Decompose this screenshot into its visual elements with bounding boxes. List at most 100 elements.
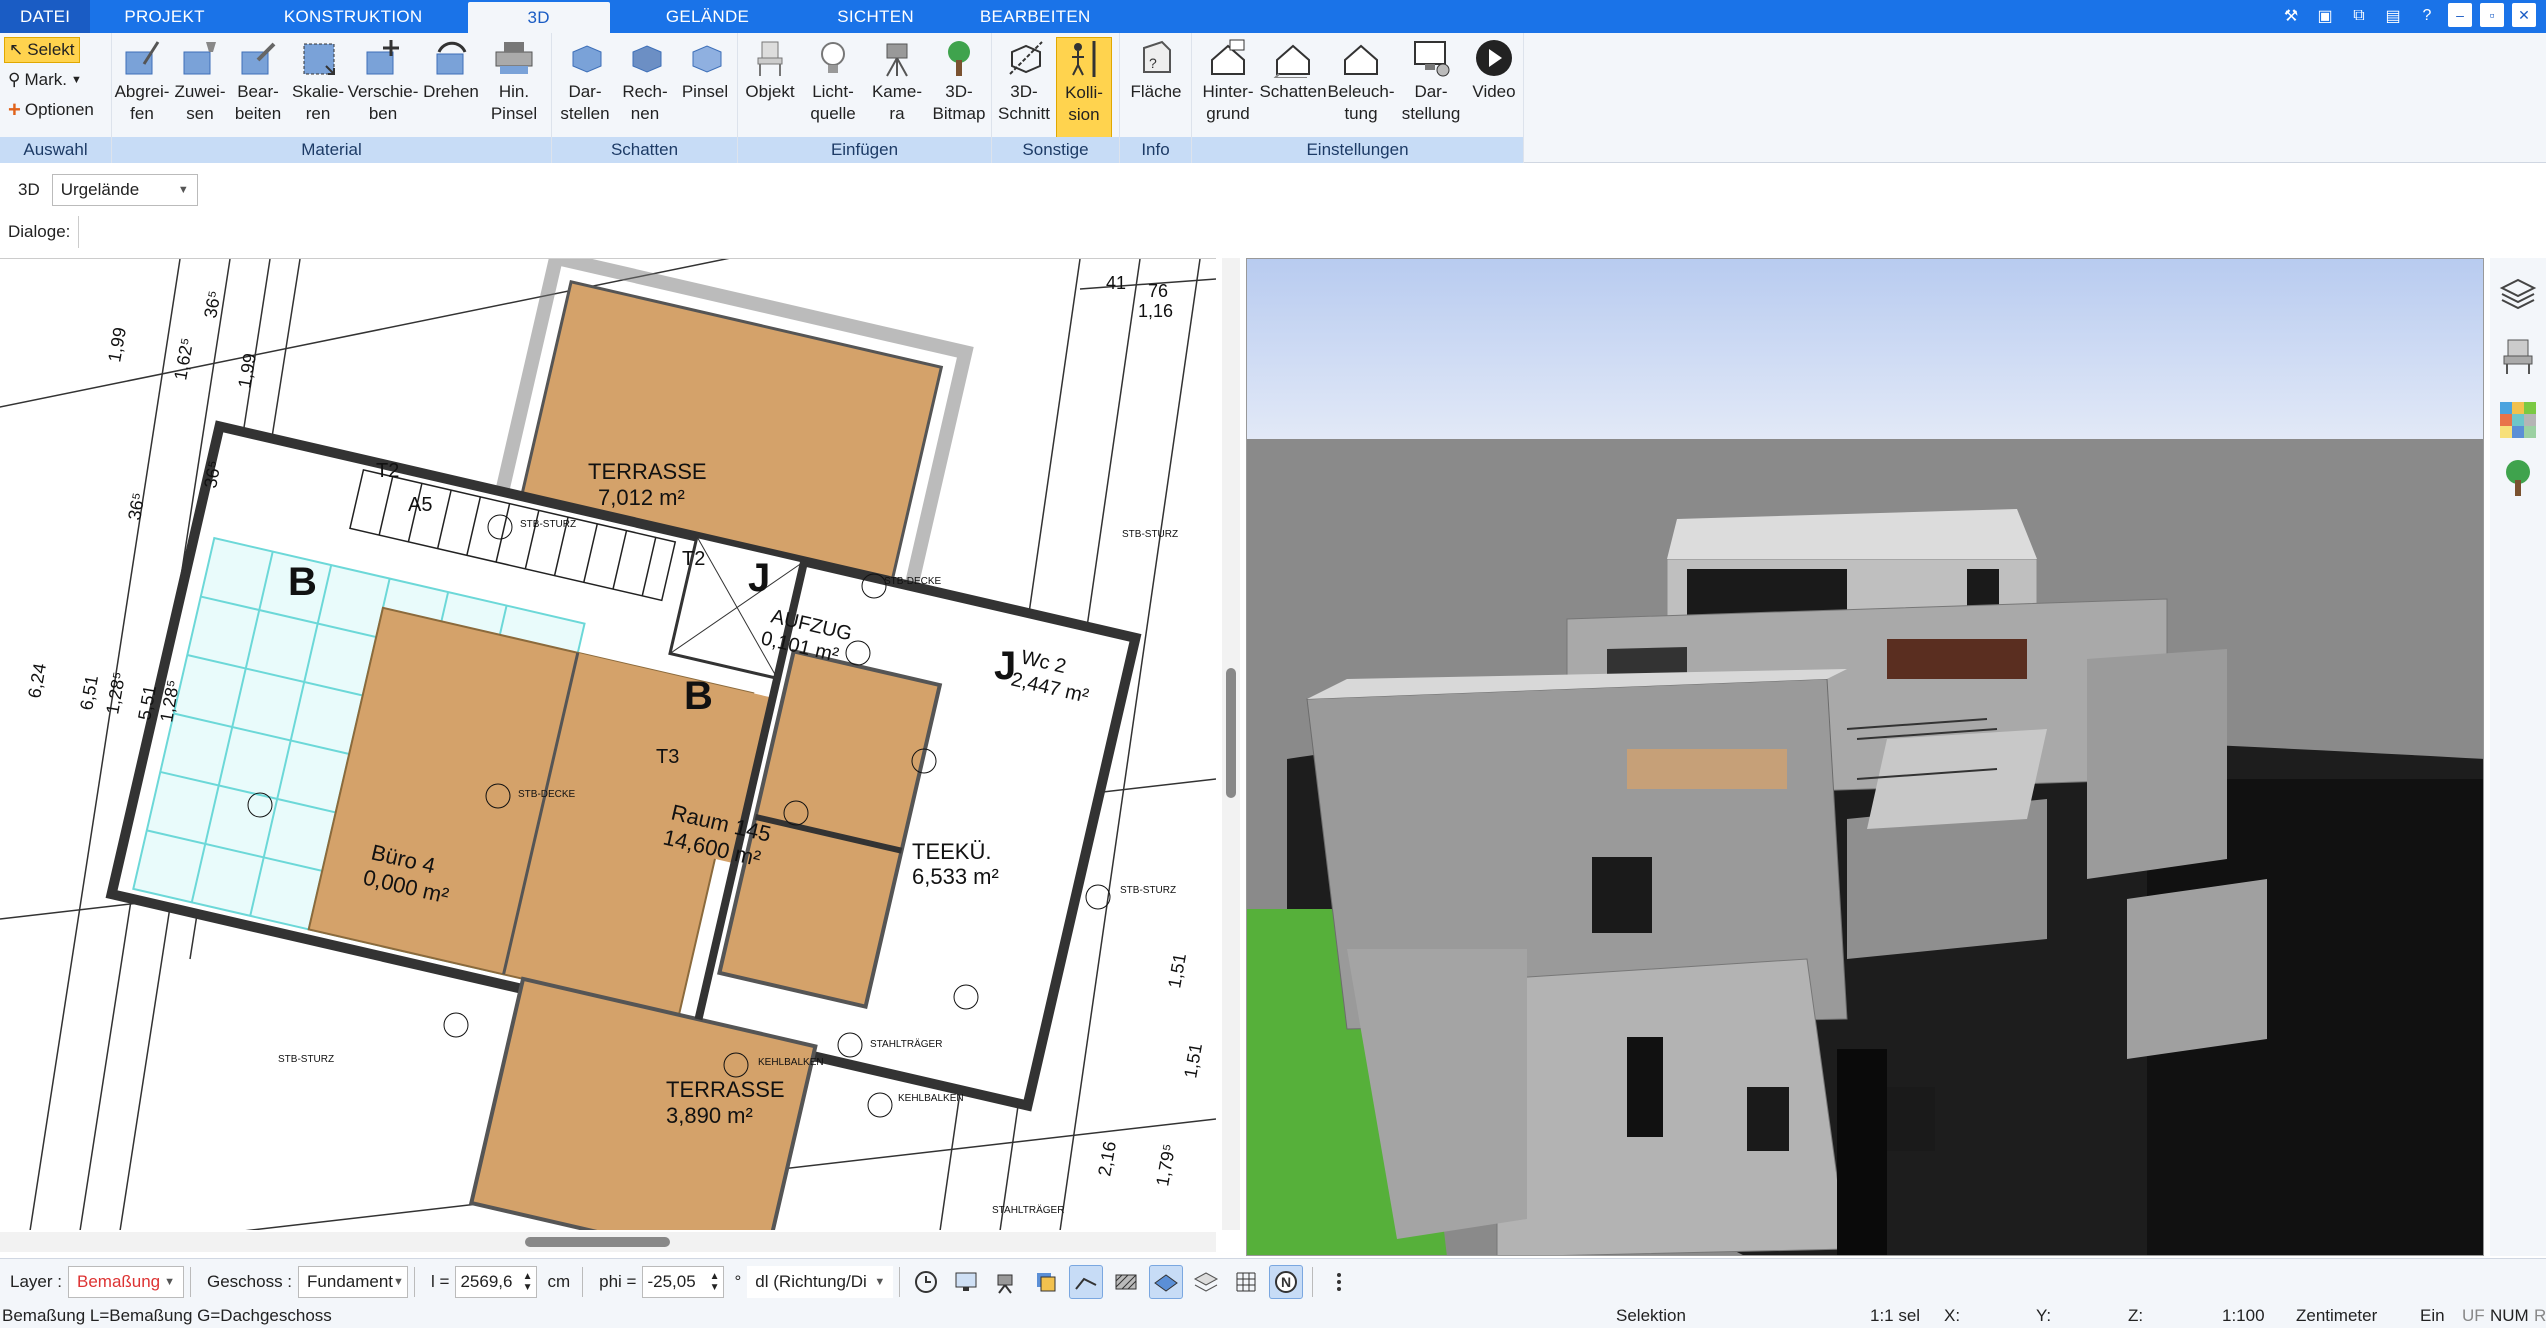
scroll-thumb[interactable] — [525, 1237, 670, 1247]
materials-palette-icon[interactable] — [2498, 400, 2538, 440]
status-layer-info: Bemaßung L=Bemaßung G=Dachgeschoss — [2, 1306, 332, 1325]
furniture-chair-icon[interactable] — [2498, 336, 2538, 376]
play-icon — [1471, 37, 1517, 79]
kamera-label: Kame- ra — [871, 82, 923, 123]
ribbon: ↖ Selekt ⚲ Mark. ▼ + Optionen Auswahl Abgrei… — [0, 33, 2546, 163]
hintergrund-button[interactable]: Hinter- grund — [1196, 37, 1260, 125]
hin-pinsel-button[interactable]: Hin. Pinsel — [484, 37, 544, 125]
angle-input[interactable]: -25,05 ▲ ▼ — [642, 1265, 725, 1298]
video-button[interactable]: Video — [1466, 37, 1522, 103]
menu-tab-gelaende[interactable]: GELÄNDE — [610, 0, 809, 33]
clock-icon[interactable] — [909, 1265, 943, 1299]
einst-schatten-button[interactable]: Schatten — [1258, 37, 1328, 103]
3d-schnitt-button[interactable]: 3D- Schnitt — [996, 37, 1052, 125]
schatten-rechnen-button[interactable]: Rech- nen — [616, 37, 674, 125]
einst-schatten-label: Schatten — [1259, 82, 1327, 101]
plan-horizontal-scrollbar[interactable] — [0, 1232, 1216, 1252]
dim-text: 6,24 — [24, 662, 50, 700]
zuweisen-button[interactable]: Zuwei- sen — [174, 37, 226, 125]
menu-tab-bearbeiten[interactable]: BEARBEITEN — [942, 0, 1129, 33]
tools-icon[interactable]: ⚒ — [2278, 3, 2304, 29]
layers-toggle-icon[interactable] — [1029, 1265, 1063, 1299]
floor-plan-canvas[interactable]: TERRASSE 7,012 m² AUFZUG 0,101 m² Wc 2 2… — [0, 259, 1216, 1230]
kollision-button[interactable]: Kolli- sion — [1056, 37, 1112, 145]
menu-tab-projekt[interactable]: PROJEKT — [90, 0, 239, 33]
cube-brush-icon — [682, 37, 728, 79]
floor-plan-view[interactable]: TERRASSE 7,012 m² AUFZUG 0,101 m² Wc 2 2… — [0, 258, 1216, 1230]
maximize-button[interactable]: ▫ — [2480, 3, 2504, 27]
ribbon-group-sonstige: 3D- Schnitt Kolli- sion Sonstige — [992, 33, 1120, 163]
restore-windows-icon[interactable]: ⧉ — [2346, 3, 2372, 29]
tree-plants-icon[interactable] — [2498, 458, 2538, 498]
scroll-thumb[interactable] — [1226, 668, 1236, 798]
status-r: R — [2534, 1306, 2546, 1325]
beleuchtung-button[interactable]: Beleuch- tung — [1326, 37, 1396, 125]
room-label-teekueche: TEEKÜ. — [912, 839, 991, 864]
cube-shadow-icon — [562, 37, 608, 79]
bearbeiten-label: Bear- beiten — [234, 82, 282, 123]
menu-tab-sichten[interactable]: SICHTEN — [809, 0, 942, 33]
status-num: NUM — [2490, 1306, 2529, 1325]
ribbon-group-label: Info — [1120, 137, 1191, 163]
help-icon[interactable]: ? — [2414, 3, 2440, 29]
monitor-icon[interactable] — [949, 1265, 983, 1299]
skalieren-button[interactable]: Skalie- ren — [290, 37, 346, 125]
minimize-button[interactable]: – — [2448, 3, 2472, 27]
grid-icon[interactable] — [1229, 1265, 1263, 1299]
direction-select[interactable]: dl (Richtung/Di ▼ — [747, 1265, 894, 1298]
length-input[interactable]: 2569,6 ▲ ▼ — [455, 1265, 538, 1298]
terrain-select[interactable]: Urgelände ▼ — [51, 174, 198, 206]
geschoss-select[interactable]: Fundament ▼ — [298, 1265, 409, 1298]
close-button[interactable]: ✕ — [2512, 3, 2536, 27]
schatten-darstellen-label: Dar- stellen — [560, 82, 610, 123]
drehen-button[interactable]: Drehen — [422, 37, 480, 103]
beleuchtung-label: Beleuch- tung — [1327, 82, 1395, 123]
darstellung-button[interactable]: Dar- stellung — [1398, 37, 1464, 125]
stack-icon[interactable] — [1189, 1265, 1223, 1299]
spinner-icon[interactable]: ▲ ▼ — [710, 1271, 720, 1293]
stb-decke-label: STB-DECKE — [884, 576, 942, 587]
optionen-button[interactable]: + Optionen — [4, 97, 98, 123]
kamera-button[interactable]: Kame- ra — [868, 37, 926, 125]
spinner-icon[interactable]: ▲ ▼ — [523, 1271, 533, 1293]
layer-select[interactable]: Bemaßung ▼ — [67, 1265, 184, 1298]
status-ein: Ein — [2420, 1306, 2445, 1325]
lightbulb-icon — [810, 37, 856, 79]
schatten-darstellen-button[interactable]: Dar- stellen — [556, 37, 614, 125]
section-marker-j: J — [994, 644, 1016, 688]
zuweisen-label: Zuwei- sen — [174, 82, 226, 123]
3d-view[interactable] — [1246, 258, 2484, 1256]
mark-icon: ⚲ — [8, 70, 21, 89]
status-bar: Bemaßung L=Bemaßung G=Dachgeschoss Selek… — [0, 1304, 2546, 1328]
selekt-button[interactable]: ↖ Selekt — [4, 37, 80, 63]
camera-path-icon[interactable] — [989, 1265, 1023, 1299]
window-icon[interactable]: ▣ — [2312, 3, 2338, 29]
plan-vertical-scrollbar[interactable] — [1222, 258, 1240, 1230]
3d-render[interactable] — [1247, 259, 2484, 1256]
surface-icon[interactable] — [1149, 1264, 1184, 1299]
ribbon-group-material: Abgrei- fen Zuwei- sen Bear- beiten Skal… — [112, 33, 552, 163]
stb-sturz-label: STB-STURZ — [1120, 885, 1176, 896]
lichtquelle-button[interactable]: Licht- quelle — [802, 37, 864, 125]
3d-bitmap-button[interactable]: 3D- Bitmap — [930, 37, 988, 125]
mark-button[interactable]: ⚲ Mark. ▼ — [4, 67, 86, 93]
schatten-pinsel-button[interactable]: Pinsel — [676, 37, 734, 103]
section-marker-b: B — [684, 674, 713, 718]
dim-text: 1,28⁵ — [102, 670, 129, 715]
abgreifen-button[interactable]: Abgrei- fen — [115, 37, 169, 125]
verschieben-button[interactable]: Verschie- ben — [348, 37, 418, 125]
menu-file[interactable]: DATEI — [0, 0, 91, 33]
hatch-icon[interactable] — [1109, 1265, 1143, 1299]
north-icon[interactable]: N — [1269, 1264, 1304, 1299]
separator — [1312, 1266, 1314, 1297]
menu-tab-3d[interactable]: 3D — [467, 2, 610, 33]
layers-icon[interactable] — [2498, 274, 2538, 314]
more-options-icon[interactable] — [1322, 1265, 1356, 1299]
menu-tab-konstruktion[interactable]: KONSTRUKTION — [239, 0, 468, 33]
layout-icon[interactable]: ▤ — [2380, 3, 2406, 29]
line-mode-icon[interactable] — [1069, 1264, 1104, 1299]
objekt-button[interactable]: Objekt — [742, 37, 798, 103]
length-input-value: 2569,6 — [460, 1271, 513, 1291]
flaeche-button[interactable]: ? Fläche — [1126, 37, 1186, 103]
bearbeiten-button[interactable]: Bear- beiten — [232, 37, 284, 125]
